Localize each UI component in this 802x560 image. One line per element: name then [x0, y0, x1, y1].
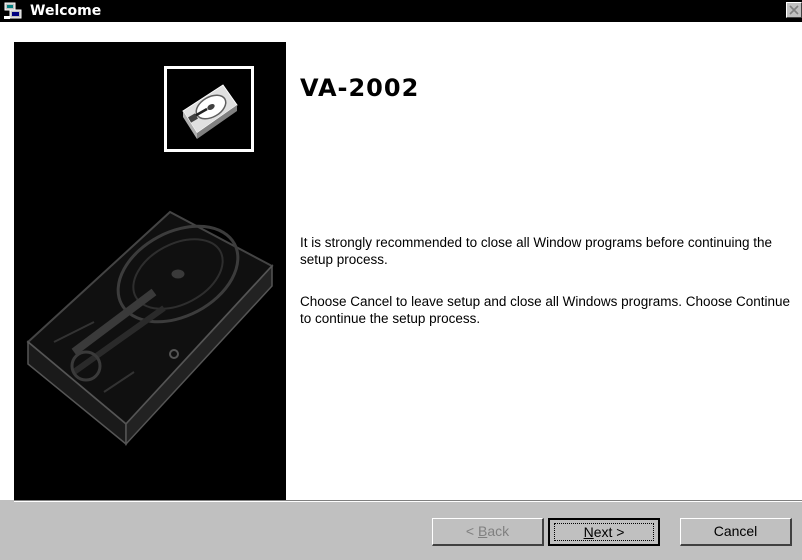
setup-computer-icon	[4, 2, 22, 20]
cancel-button[interactable]: Cancel	[680, 518, 792, 546]
close-button[interactable]	[786, 2, 802, 18]
product-title: VA-2002	[300, 74, 420, 102]
hard-drive-illustration	[26, 210, 274, 446]
window-title: Welcome	[30, 3, 102, 19]
setup-window: Welcome VA-2002 It is strongly recommend…	[0, 0, 802, 560]
hard-drive-thumbnail	[164, 66, 254, 152]
back-button[interactable]: < Back	[432, 518, 544, 546]
title-bar: Welcome	[0, 0, 802, 22]
hard-drive-icon	[182, 84, 238, 139]
close-x-icon	[789, 5, 799, 15]
back-button-label: ack	[487, 523, 510, 539]
next-button[interactable]: Next >	[548, 518, 660, 546]
message-cancel-continue: Choose Cancel to leave setup and close a…	[300, 294, 791, 326]
back-button-prefix: <	[465, 523, 478, 539]
focus-rectangle	[554, 523, 654, 541]
content-area: VA-2002 It is strongly recommended to cl…	[0, 22, 802, 520]
back-button-accel: B	[477, 523, 488, 539]
button-bar: < Back Next > Cancel	[0, 502, 802, 560]
message-close-programs: It is strongly recommended to close all …	[300, 235, 772, 267]
side-image-panel	[14, 42, 286, 520]
